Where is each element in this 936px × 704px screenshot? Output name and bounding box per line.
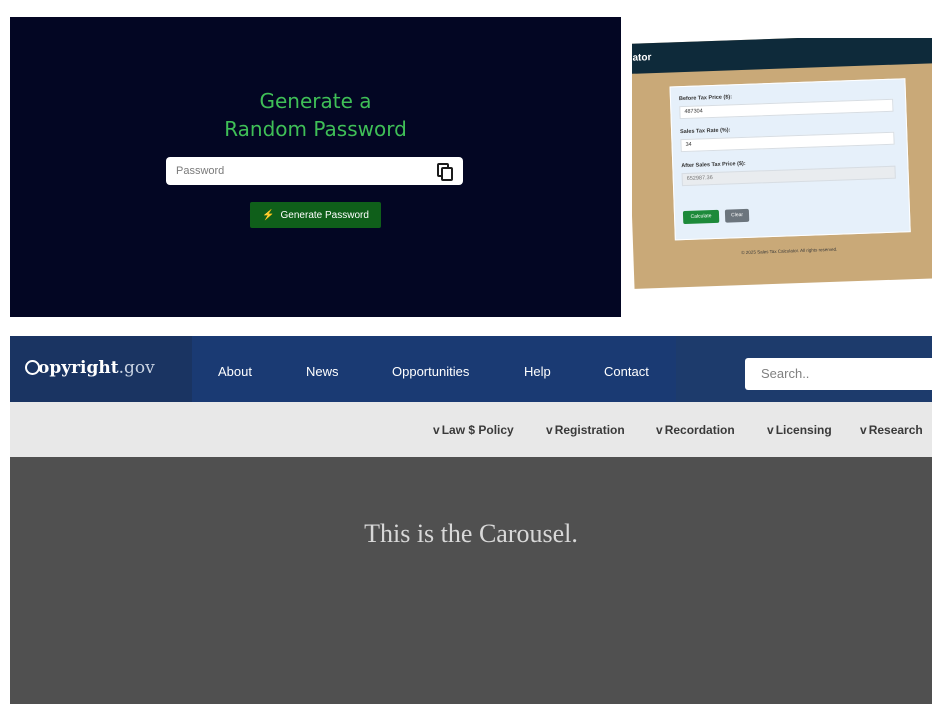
copy-icon[interactable] — [437, 163, 453, 181]
carousel-text: This is the Carousel. — [364, 519, 578, 548]
subnav-registration[interactable]: v Registration — [546, 423, 625, 437]
chevron-down-icon: v — [767, 423, 774, 437]
search-input[interactable]: Search.. — [745, 358, 932, 390]
after-tax-label: After Sales Tax Price ($): — [681, 160, 746, 170]
password-input[interactable]: Password — [166, 157, 463, 185]
nav-link-opportunities[interactable]: Opportunities — [392, 364, 469, 379]
chevron-down-icon: v — [860, 423, 867, 437]
bolt-icon: ⚡ — [262, 209, 275, 221]
generate-password-button[interactable]: ⚡ Generate Password — [250, 202, 381, 228]
nav-link-help[interactable]: Help — [524, 364, 551, 379]
tax-rate-label: Sales Tax Rate (%): — [680, 127, 731, 136]
carousel: This is the Carousel. — [10, 457, 932, 704]
nav-link-about[interactable]: About — [218, 364, 252, 379]
tax-calculator-panel: ator Before Tax Price ($): 487304 Sales … — [632, 38, 932, 289]
subnav-recordation[interactable]: v Recordation — [656, 423, 735, 437]
sub-navbar: v Law $ Policy v Registration v Recordation… — [10, 402, 932, 457]
subnav-licensing[interactable]: v Licensing — [767, 423, 832, 437]
subnav-law-policy-label: Law $ Policy — [441, 423, 514, 437]
calculate-button[interactable]: Calculate — [682, 209, 720, 225]
logo-suffix: .gov — [118, 358, 155, 378]
subnav-recordation-label: Recordation — [664, 423, 735, 437]
logo-main: opyright — [38, 358, 119, 378]
tax-footer: © 2025 Sales Tax Calculator. All rights … — [741, 246, 838, 256]
copyright-site-panel: opyright.gov About News Opportunities He… — [10, 336, 932, 704]
top-navbar: opyright.gov About News Opportunities He… — [10, 336, 932, 402]
subnav-registration-label: Registration — [554, 423, 625, 437]
copyright-logo[interactable]: opyright.gov — [25, 358, 155, 378]
password-input-placeholder: Password — [176, 165, 225, 177]
password-generator-panel: Generate a Random Password Password ⚡ Ge… — [10, 17, 621, 317]
subnav-licensing-label: Licensing — [775, 423, 832, 437]
password-title-line2: Random Password — [224, 117, 407, 141]
tax-header-title: ator — [632, 52, 652, 64]
password-title-line1: Generate a — [259, 89, 372, 113]
nav-link-contact[interactable]: Contact — [604, 364, 649, 379]
chevron-down-icon: v — [433, 423, 440, 437]
nav-links: About News Opportunities Help Contact — [192, 336, 676, 402]
chevron-down-icon: v — [656, 423, 663, 437]
logo-area: opyright.gov — [10, 336, 192, 402]
password-title: Generate a Random Password — [10, 87, 621, 143]
before-tax-input[interactable]: 487304 — [679, 98, 894, 120]
before-tax-label: Before Tax Price ($): — [678, 94, 733, 103]
subnav-research-label: Research — [868, 423, 923, 437]
subnav-research[interactable]: v Research — [860, 423, 923, 437]
nav-link-news[interactable]: News — [306, 364, 339, 379]
tax-form-card: Before Tax Price ($): 487304 Sales Tax R… — [669, 78, 911, 241]
chevron-down-icon: v — [546, 423, 553, 437]
tax-rate-input[interactable]: 34 — [680, 131, 895, 153]
tax-header: ator — [632, 38, 932, 74]
tax-calculator-screenshot: ator Before Tax Price ($): 487304 Sales … — [632, 38, 932, 296]
generate-password-label: Generate Password — [280, 209, 369, 221]
clear-button[interactable]: Clear — [724, 208, 750, 223]
after-tax-output: 652987.36 — [681, 165, 896, 187]
subnav-law-policy[interactable]: v Law $ Policy — [433, 423, 514, 437]
